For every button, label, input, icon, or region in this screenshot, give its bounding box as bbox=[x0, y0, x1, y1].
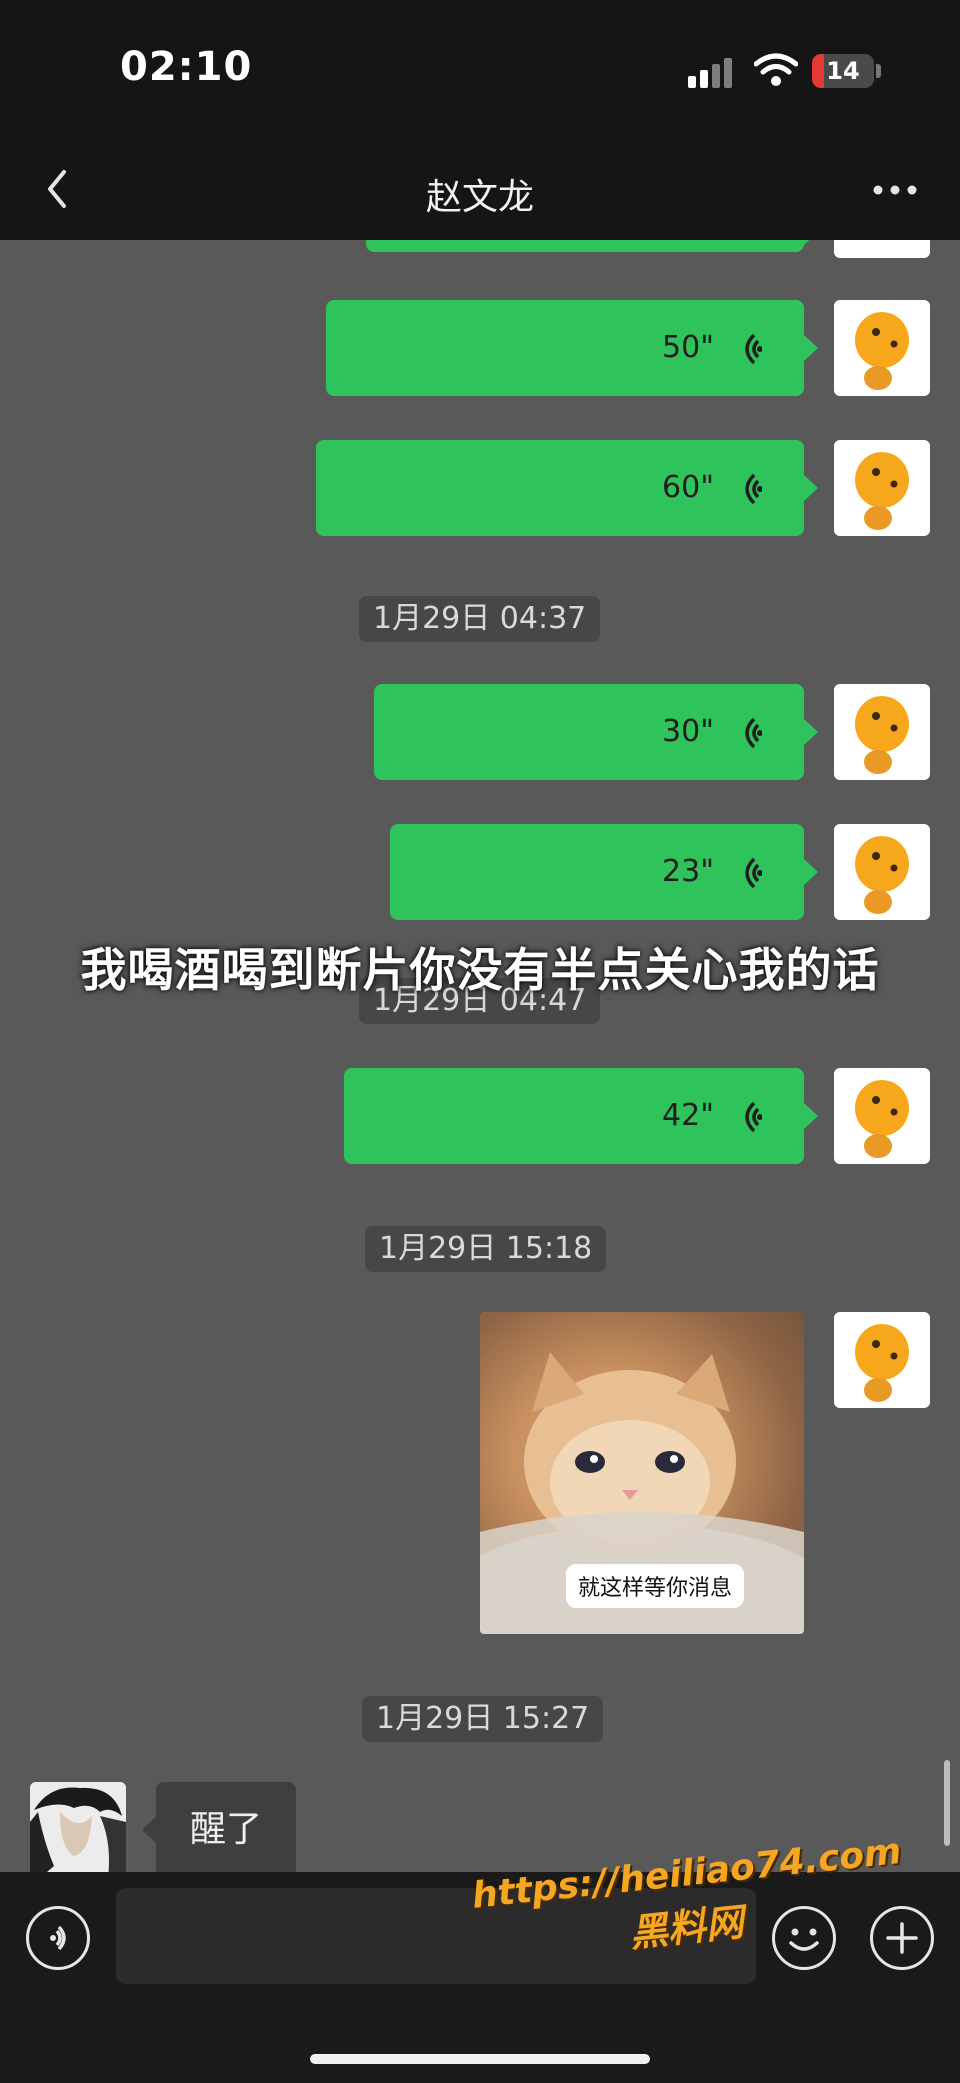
scrollbar[interactable] bbox=[944, 1760, 950, 1846]
text-message[interactable]: 醒了 bbox=[141, 1782, 297, 1872]
contact-avatar[interactable] bbox=[30, 1782, 126, 1872]
avatar-mascot-icon bbox=[855, 312, 909, 390]
avatar-mascot-icon bbox=[855, 836, 909, 914]
timestamp: 1月29日 04:37 bbox=[359, 596, 601, 642]
avatar-mascot-icon bbox=[855, 696, 909, 774]
voice-mode-button[interactable] bbox=[26, 1906, 90, 1970]
voice-wave-icon bbox=[745, 333, 762, 365]
timestamp: 1月29日 15:18 bbox=[365, 1226, 607, 1272]
voice-message[interactable]: 42" bbox=[344, 1068, 818, 1164]
voice-message[interactable]: 23" bbox=[390, 824, 818, 920]
voice-duration: 50" bbox=[662, 330, 714, 365]
battery-icon: 14 bbox=[812, 54, 874, 88]
voice-duration: 23" bbox=[662, 854, 714, 889]
status-bar: 02:10 14 bbox=[0, 0, 960, 140]
voice-wave-icon bbox=[745, 857, 762, 889]
voice-duration: 42" bbox=[662, 1098, 714, 1133]
voice-wave-icon bbox=[745, 1101, 762, 1133]
avatar[interactable] bbox=[834, 1312, 930, 1408]
status-time: 02:10 bbox=[120, 44, 253, 90]
sticker-caption: 就这样等你消息 bbox=[566, 1564, 745, 1608]
chat-header: 赵文龙 bbox=[0, 140, 960, 240]
avatar-mascot-icon bbox=[855, 452, 909, 530]
avatar[interactable] bbox=[834, 440, 930, 536]
contact-avatar-image bbox=[30, 1782, 126, 1872]
overlay-caption: 我喝酒喝到断片你没有半点关心我的话 bbox=[80, 943, 880, 997]
voice-duration: 30" bbox=[662, 714, 714, 749]
avatar[interactable] bbox=[834, 240, 930, 258]
avatar-mascot-icon bbox=[855, 1080, 909, 1158]
cellular-signal-icon bbox=[688, 56, 736, 88]
avatar[interactable] bbox=[834, 824, 930, 920]
chat-title: 赵文龙 bbox=[425, 177, 534, 218]
home-indicator[interactable] bbox=[310, 2054, 650, 2064]
voice-message[interactable]: 50" bbox=[326, 300, 818, 396]
battery-cap bbox=[876, 64, 881, 78]
avatar-mascot-icon bbox=[855, 1324, 909, 1402]
voice-message[interactable]: 30" bbox=[374, 684, 818, 780]
voice-message-partial[interactable] bbox=[366, 240, 818, 252]
avatar[interactable] bbox=[834, 1068, 930, 1164]
voice-wave-icon bbox=[745, 473, 762, 505]
avatar[interactable] bbox=[834, 684, 930, 780]
more-icon[interactable] bbox=[870, 180, 920, 200]
voice-message[interactable]: 60" bbox=[316, 440, 818, 536]
voice-wave-icon bbox=[745, 717, 762, 749]
kitten-sticker[interactable]: 就这样等你消息 bbox=[480, 1312, 804, 1634]
avatar-mascot-icon bbox=[834, 240, 930, 258]
chat-history[interactable]: 50" 60" 1月29日 04:37 30" 23" 1月29日 04:47 … bbox=[0, 240, 960, 1872]
voice-mode-icon bbox=[50, 1925, 66, 1951]
voice-duration: 60" bbox=[662, 470, 714, 505]
avatar[interactable] bbox=[834, 300, 930, 396]
battery-level: 14 bbox=[826, 57, 860, 85]
timestamp: 1月29日 15:27 bbox=[362, 1696, 604, 1742]
wifi-icon bbox=[754, 53, 798, 86]
